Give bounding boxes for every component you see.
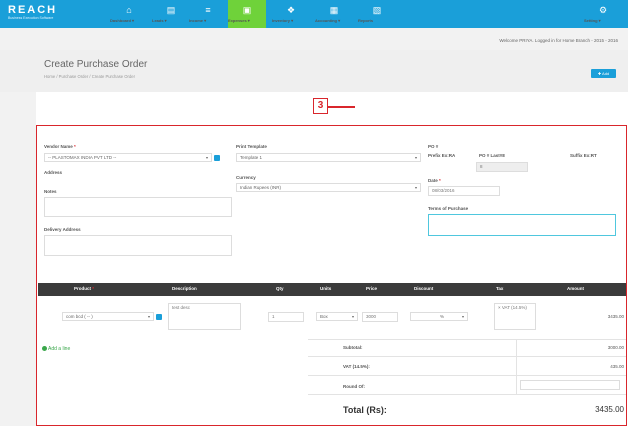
nav-expenses[interactable]: ▣ Expenses ▾ [228,0,266,28]
vat-value: 435.00 [610,364,624,369]
roundoff-label: Round Of: [343,384,365,389]
nav-leads[interactable]: ▤ Leads ▾ [152,0,190,28]
terms-textarea[interactable] [428,214,616,236]
callout-number: 3 [313,98,328,114]
line-amount: 3435.00 [607,314,624,319]
nav-leads-label: Leads ▾ [152,18,167,23]
nav-settings[interactable]: ⚙ Setting ▾ [584,0,622,28]
address-label: Address [44,170,63,175]
add-vendor-icon[interactable] [214,155,220,161]
vat-label: VAT (14.5%): [343,364,370,369]
nav-reports-label: Reports [358,18,374,23]
nav-income-label: Income ▾ [189,18,207,23]
discount-select[interactable]: % ▾ [410,312,468,321]
totals-divider [308,375,626,376]
page-title: Create Purchase Order [44,59,148,70]
table-header [38,283,626,296]
po-number-field[interactable]: 8 [476,162,528,172]
app-logo[interactable]: REACH Business Execution Software [8,4,70,21]
nav-settings-label: Setting ▾ [584,18,601,23]
col-units: Units [320,286,332,291]
brand-name: REACH [8,4,58,16]
totals-divider [308,356,626,357]
col-amount: Amount [567,286,584,291]
nav-income[interactable]: ≡ Income ▾ [189,0,227,28]
add-button[interactable]: ✚ Add [591,69,616,78]
currency-label: Currency [236,175,256,180]
po-last-label: PO # Last#8 [479,153,505,158]
vendor-select[interactable]: -- PLASTOMAX INDIA PVT LTD -- ▾ [44,153,212,162]
home-icon: ⌂ [126,5,132,15]
col-tax: Tax [496,286,504,291]
brand-tagline: Business Execution Software [8,16,54,20]
description-textarea[interactable]: test desc [168,303,241,330]
welcome-text: Welcome PRIYA. Logged in for Home Branch… [499,38,618,43]
add-product-icon[interactable] [156,314,162,320]
totals-col-divider [516,339,517,394]
nav-dashboard-label: Dashboard ▾ [110,18,135,23]
notes-label: Notes [44,189,57,194]
currency-select[interactable]: Indian Rupees (INR) ▾ [236,183,421,192]
nav-dashboard[interactable]: ⌂ Dashboard ▾ [110,0,148,28]
nav-expenses-label: Expenses ▾ [228,18,250,23]
date-field[interactable]: 08/03/2016 [428,186,500,196]
nav-inventory[interactable]: ❖ Inventory ▾ [272,0,310,28]
subtotal-value: 3000.00 [607,345,624,350]
col-product: Product * [74,286,95,291]
reports-icon: ▧ [372,5,382,15]
price-field[interactable]: 3000 [362,312,398,322]
nav-accounting[interactable]: ▦ Accounting ▾ [315,0,353,28]
col-qty: Qty [276,286,284,291]
col-description: Description [172,286,197,291]
notes-textarea[interactable] [44,197,232,217]
totals-divider [308,339,626,340]
callout-line [328,106,355,108]
total-value: 3435.00 [595,405,624,414]
col-discount: Discount [414,286,434,291]
total-label: Total (Rs): [343,405,387,415]
breadcrumb[interactable]: Home / Purchase Order / Create Purchase … [44,74,135,79]
title-area [0,50,628,92]
delivery-address-label: Delivery Address [44,227,81,232]
add-line-link[interactable]: Add a line [42,346,70,352]
po-label: PO # [428,144,439,149]
print-template-label: Print Template [236,144,267,149]
subtotal-label: Subtotal: [343,345,363,350]
suffix-label: Suffix Ex:RT [570,153,597,158]
terms-label: Terms of Purchase [428,206,469,211]
nav-inventory-label: Inventory ▾ [272,18,294,23]
calculator-icon: ▦ [329,5,339,15]
qty-field[interactable]: 1 [268,312,304,322]
gear-icon: ⚙ [598,5,608,15]
print-template-select[interactable]: Template 1 ▾ [236,153,421,162]
top-navbar: REACH Business Execution Software ⌂ Dash… [0,0,628,28]
unit-select[interactable]: Box ▾ [316,312,358,321]
vendor-label: Vendor Name * [44,144,76,149]
col-price: Price [366,286,378,291]
nav-accounting-label: Accounting ▾ [315,18,341,23]
roundoff-field[interactable] [520,380,620,390]
chart-icon: ≡ [205,5,211,15]
product-select[interactable]: com bcd ( -- ) ▾ [62,312,154,321]
date-label: Date * [428,178,441,183]
inventory-icon: ❖ [286,5,296,15]
plus-circle-icon [42,346,47,352]
expenses-icon: ▣ [242,5,252,15]
prefix-label: Prefix Ex:RA [428,153,456,158]
delivery-address-textarea[interactable] [44,235,232,256]
totals-divider [308,394,626,395]
tax-multiselect[interactable]: × VAT (14.5%) [494,303,536,330]
leads-icon: ▤ [166,5,176,15]
nav-reports[interactable]: ▧ Reports [358,0,396,28]
